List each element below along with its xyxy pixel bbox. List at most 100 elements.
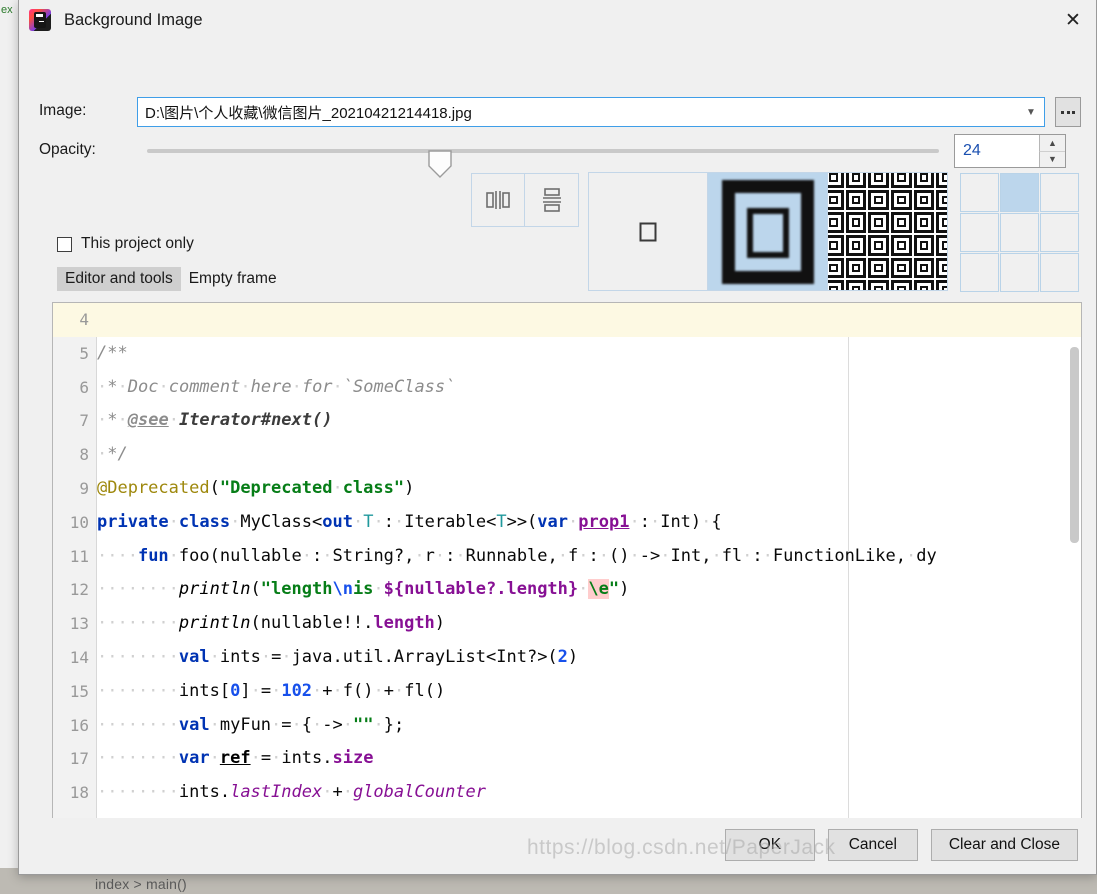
anchor-middle-left[interactable] [960,213,999,252]
code-line[interactable]: 12 ········println("length\nis·${nullabl… [53,573,1081,607]
code-line[interactable]: 11 ····fun·foo(nullable·:·String?,·r·:·R… [53,540,1081,574]
flip-horizontal-button[interactable] [471,173,525,227]
anchor-grid [960,173,1079,292]
line-content: @Deprecated("Deprecated·class") [97,477,415,498]
ok-button[interactable]: OK [724,829,815,861]
line-number: 9 [79,478,89,498]
code-line[interactable]: 16 ········val·myFun·=·{·->·""·}; [53,709,1081,743]
clear-and-close-button[interactable]: Clear and Close [930,829,1078,861]
opacity-slider[interactable] [147,149,939,178]
opacity-spinner[interactable]: 24 ▲ ▼ [954,134,1066,168]
tab-empty-frame[interactable]: Empty frame [181,267,285,291]
anchor-bottom-left[interactable] [960,253,999,292]
code-line[interactable]: 8 ·*/ [53,438,1081,472]
flip-vertical-button[interactable] [525,173,579,227]
code-line[interactable]: 18 ········ints.lastIndex·+·globalCounte… [53,776,1081,810]
anchor-middle-right[interactable] [1040,213,1079,252]
line-number: 10 [69,512,89,532]
line-number: 13 [69,614,89,634]
line-content: ·*/ [97,444,128,465]
code-line[interactable]: 10 private·class·MyClass<out·T·:·Iterabl… [53,506,1081,540]
line-content: /** [97,342,128,363]
line-number: 16 [69,715,89,735]
chevron-down-icon[interactable]: ▼ [1039,150,1065,167]
line-content: ········val·ints·=·java.util.ArrayList<I… [97,646,579,667]
chevron-up-icon[interactable]: ▲ [1039,135,1065,151]
editor-code-area[interactable]: 4 5 /** 6 ·*·Doc·comment·here·for·`SomeC… [53,303,1081,858]
editor-vertical-scrollbar[interactable] [1070,347,1079,543]
this-project-only-label: This project only [81,235,194,252]
anchor-top-center[interactable] [1000,173,1039,212]
dialog-titlebar: Background Image ✕ [19,0,1096,40]
anchor-bottom-center[interactable] [1000,253,1039,292]
line-number: 18 [69,783,89,803]
image-label: Image: [39,102,87,119]
line-content: ········println(nullable!!.length) [97,613,446,634]
scale-fill-icon [721,179,814,284]
opacity-label: Opacity: [39,141,96,158]
fill-mode-group [588,172,948,291]
editor-preview[interactable]: 4 5 /** 6 ·*·Doc·comment·here·for·`SomeC… [52,302,1082,859]
line-number: 12 [69,580,89,600]
image-path-input[interactable]: D:\图片\个人收藏\微信图片_20210421214418.jpg [138,102,1018,123]
fill-mode-scale[interactable] [708,172,828,291]
background-image-dialog: Background Image ✕ Image: D:\图片\个人收藏\微信图… [18,0,1097,875]
fill-mode-center[interactable] [588,172,708,291]
flip-vertical-icon [542,188,561,212]
intellij-idea-icon [29,9,51,31]
line-number: 6 [79,377,89,397]
anchor-middle-center[interactable] [1000,213,1039,252]
anchor-top-left[interactable] [960,173,999,212]
cancel-button[interactable]: Cancel [827,829,918,861]
checkbox-box-icon [57,236,72,252]
code-line[interactable]: 14 ········val·ints·=·java.util.ArrayLis… [53,641,1081,675]
dialog-footer: OK Cancel Clear and Close https://blog.c… [19,818,1096,874]
anchor-bottom-right[interactable] [1040,253,1079,292]
line-number: 17 [69,749,89,769]
code-line[interactable]: 4 [53,303,1081,337]
anchor-top-right[interactable] [1040,173,1079,212]
line-content: ········val·myFun·=·{·->·""·}; [97,714,405,735]
this-project-only-checkbox[interactable]: This project only [57,235,194,253]
line-number: 5 [79,343,89,363]
line-content: ········var·ref·=·ints.size [97,748,374,769]
ellipsis-icon [1061,110,1075,114]
flip-horizontal-icon [486,191,510,209]
flip-button-group [471,173,579,227]
line-number: 4 [79,310,89,329]
fill-mode-tile[interactable] [828,172,948,291]
code-line[interactable]: 5 /** [53,337,1081,371]
line-content: ········ints.lastIndex·+·globalCounter [97,782,487,803]
code-line[interactable]: 7 ·*·@see·Iterator#next() [53,404,1081,438]
dialog-title: Background Image [64,10,203,29]
code-line[interactable]: 13 ········println(nullable!!.length) [53,607,1081,641]
opacity-value-input[interactable]: 24 [955,135,1039,167]
line-content: ····fun·foo(nullable·:·String?,·r·:·Runn… [97,545,937,566]
image-path-row: Image: D:\图片\个人收藏\微信图片_20210421214418.jp… [39,97,1081,127]
code-line[interactable]: 15 ········ints[0]·=·102·+·f()·+·fl() [53,675,1081,709]
close-icon[interactable]: ✕ [1050,0,1096,40]
center-fill-icon [639,222,657,241]
opacity-row: Opacity: 24 ▲ ▼ [39,134,1079,178]
code-line[interactable]: 6 ·*·Doc·comment·here·for·`SomeClass` [53,371,1081,405]
line-content: ········println("length\nis·${nullable?.… [97,579,630,600]
line-content: private·class·MyClass<out·T·:·Iterable<T… [97,511,722,532]
tile-fill-icon [828,173,947,290]
code-line[interactable]: 17 ········var·ref·=·ints.size [53,742,1081,776]
code-line[interactable]: 9 @Deprecated("Deprecated·class") [53,472,1081,506]
breadcrumb: index > main() [95,876,187,892]
opacity-spinner-buttons: ▲ ▼ [1039,135,1065,167]
image-path-combobox[interactable]: D:\图片\个人收藏\微信图片_20210421214418.jpg ▼ [137,97,1045,127]
line-number: 11 [69,546,89,566]
browse-button[interactable] [1055,97,1081,127]
line-number: 7 [79,411,89,431]
chevron-down-icon[interactable]: ▼ [1018,98,1044,126]
line-content: ········ints[0]·=·102·+·f()·+·fl() [97,680,446,701]
line-content: ·*·Doc·comment·here·for·`SomeClass` [97,376,456,397]
line-content: ·*·@see·Iterator#next() [97,410,333,431]
tab-editor-and-tools[interactable]: Editor and tools [57,267,181,291]
opacity-slider-thumb[interactable] [428,150,452,178]
line-number: 8 [79,445,89,465]
line-number: 14 [69,647,89,667]
footer-button-group: OK Cancel Clear and Close [724,829,1078,861]
